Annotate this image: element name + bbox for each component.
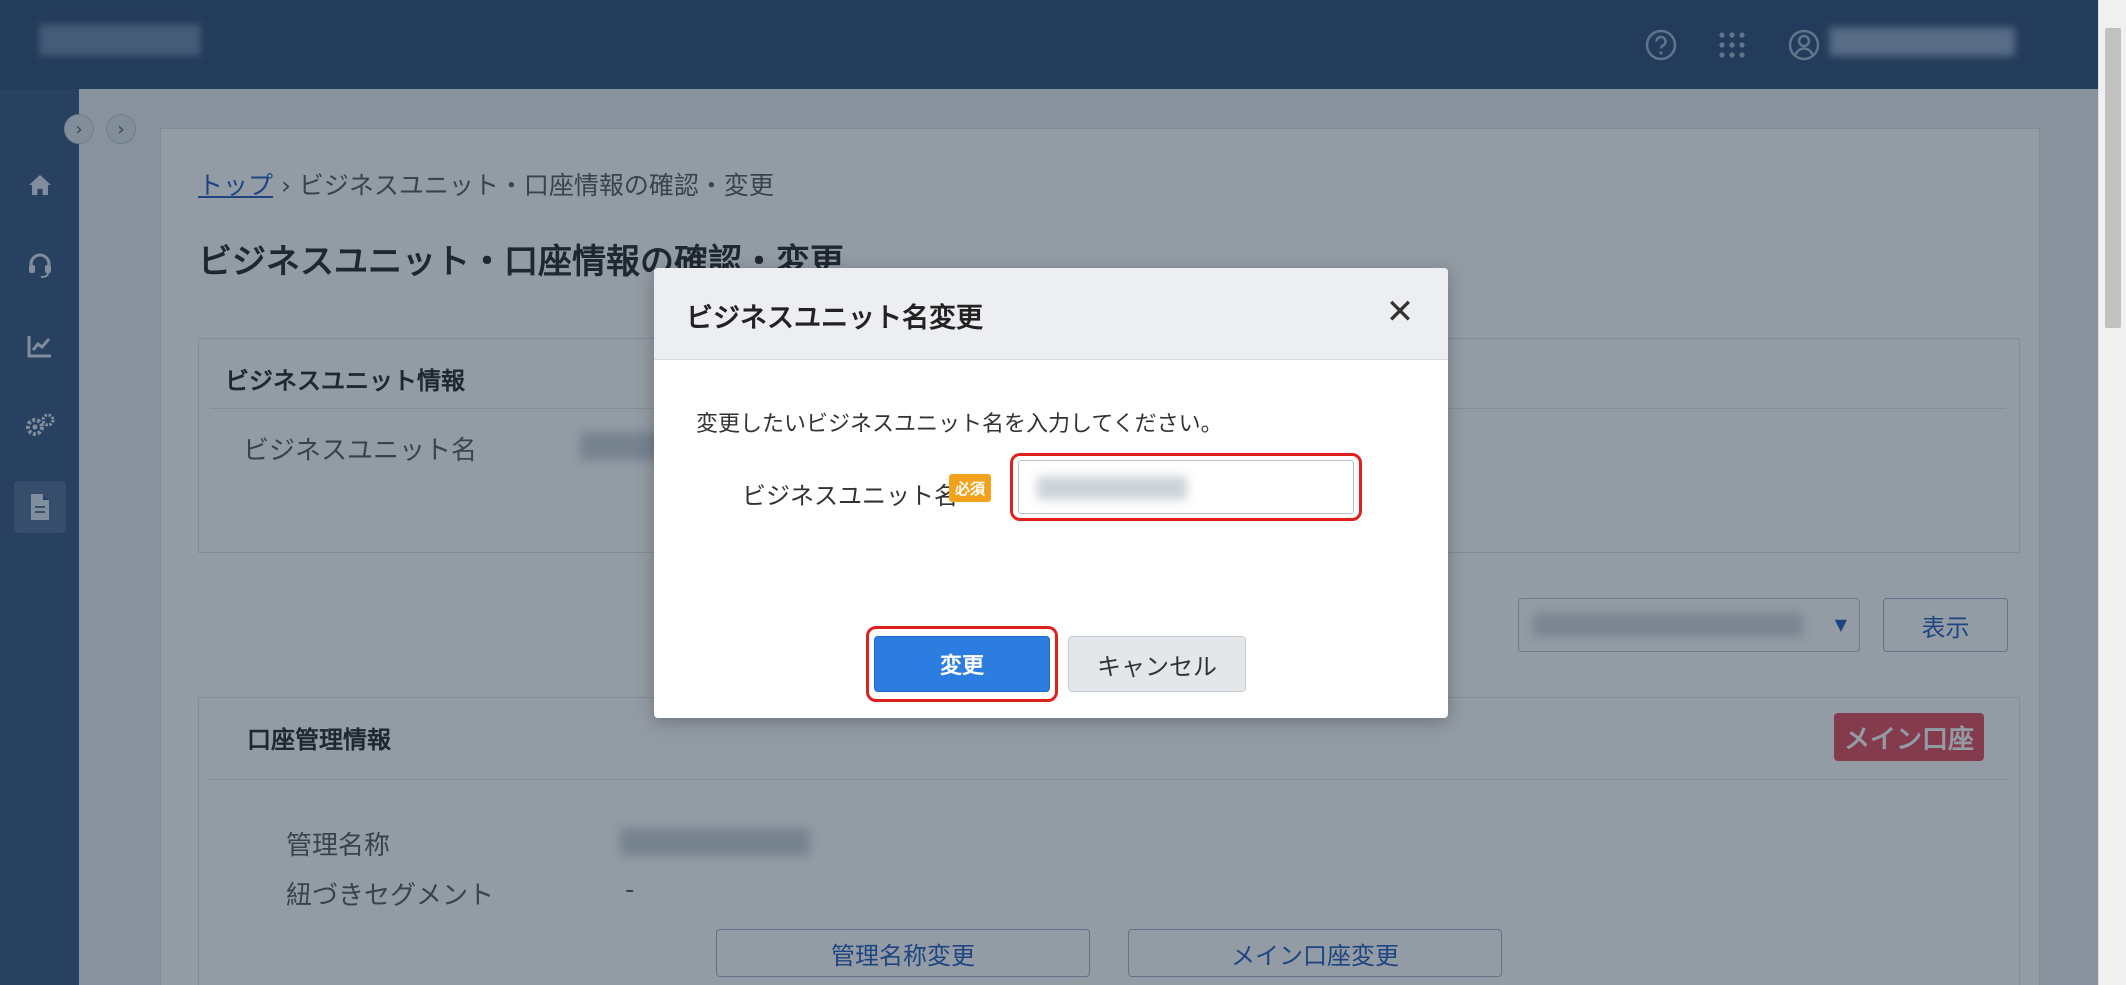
business-unit-name-field-label: ビジネスユニット名 (742, 482, 958, 510)
rename-business-unit-dialog: ビジネスユニット名変更 ✕ 変更したいビジネスユニット名を入力してください。 ビ… (654, 268, 1448, 718)
dialog-title: ビジネスユニット名変更 (686, 303, 983, 334)
cancel-button[interactable]: キャンセル (1068, 636, 1246, 692)
dialog-description: 変更したいビジネスユニット名を入力してください。 (696, 412, 1223, 437)
scrollbar-thumb[interactable] (2105, 28, 2121, 328)
close-icon[interactable]: ✕ (1378, 290, 1422, 334)
scrollbar[interactable] (2098, 0, 2126, 985)
submit-button[interactable]: 変更 (874, 636, 1050, 692)
business-unit-name-input[interactable] (1018, 460, 1354, 514)
dialog-header: ビジネスユニット名変更 ✕ (654, 268, 1448, 360)
business-unit-name-input-value (1037, 476, 1187, 500)
required-badge: 必須 (949, 474, 992, 502)
